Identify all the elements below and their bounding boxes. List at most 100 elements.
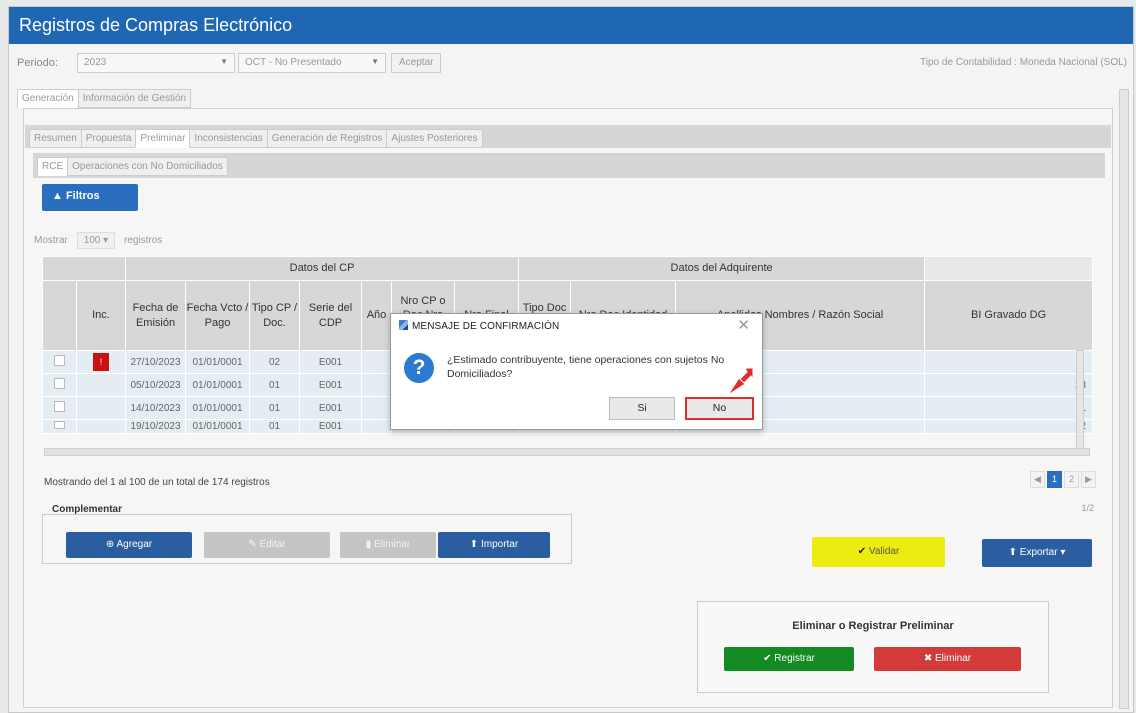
fecha-emision: 05/10/2023: [125, 373, 186, 397]
year-value: 2023: [84, 57, 107, 68]
row-checkbox[interactable]: [42, 373, 77, 397]
validate-label: Validar: [868, 546, 900, 557]
tab-propuesta[interactable]: Propuesta: [80, 129, 137, 148]
accept-button[interactable]: Aceptar: [391, 53, 442, 73]
month-value: OCT - No Presentado: [245, 57, 342, 68]
tab-generacion-registros[interactable]: Generación de Registros: [266, 129, 388, 148]
col-fecha-emision[interactable]: Fecha de Emisión: [125, 280, 186, 351]
tab-ajustes-posteriores[interactable]: Ajustes Posteriores: [386, 129, 483, 148]
add-button[interactable]: ⊕ Agregar: [66, 532, 192, 558]
pagination: ◀ 1 2 ▶: [1028, 471, 1096, 488]
serie-link[interactable]: E001: [299, 350, 362, 374]
dialog-title-bar: MENSAJE DE CONFIRMACIÓN: [399, 320, 559, 332]
bi-gravado: 12: [924, 419, 1094, 434]
pencil-icon: ✎: [248, 539, 257, 550]
anio: [361, 419, 392, 434]
import-label: Importar: [480, 539, 519, 550]
inc-cell: [76, 396, 126, 420]
plus-circle-icon: ⊕: [105, 539, 115, 550]
no-button[interactable]: No: [685, 397, 754, 420]
eliminate-button[interactable]: ✖ Eliminar: [874, 647, 1021, 671]
col-serie[interactable]: Serie del CDP: [299, 280, 362, 351]
tab-no-domiciliados[interactable]: Operaciones con No Domiciliados: [67, 157, 228, 176]
records-info: Mostrando del 1 al 100 de un total de 17…: [44, 477, 270, 488]
table-scrollbar[interactable]: [1076, 350, 1084, 450]
anio: [361, 373, 392, 397]
inconsistency-badge[interactable]: !: [93, 353, 109, 371]
sub-tabs: Resumen Propuesta Preliminar Inconsisten…: [29, 129, 483, 148]
prev-page-button[interactable]: ◀: [1030, 471, 1045, 488]
validate-button[interactable]: ✔ Validar: [812, 537, 945, 567]
row-checkbox[interactable]: [42, 419, 77, 434]
triangle-up-icon: ▲: [52, 190, 63, 202]
serie-link[interactable]: E001: [299, 419, 362, 434]
serie-link[interactable]: E001: [299, 373, 362, 397]
show-label: Mostrar: [34, 235, 68, 246]
month-select[interactable]: OCT - No Presentado ▼: [238, 53, 386, 73]
col-tipo-cp[interactable]: Tipo CP / Doc.: [249, 280, 300, 351]
add-label: Agregar: [116, 539, 153, 550]
app-title: Registros de Compras Electrónico: [9, 7, 1133, 44]
col-bi-gravado[interactable]: BI Gravado DG: [924, 280, 1094, 351]
tipo-cp: 01: [249, 396, 300, 420]
tab-preliminar[interactable]: Preliminar: [135, 129, 191, 148]
fecha-vcto: 01/01/0001: [185, 373, 250, 397]
tab-generacion[interactable]: Generación: [17, 89, 79, 108]
chevron-down-icon: ▼: [371, 57, 379, 66]
page-1-button[interactable]: 1: [1047, 471, 1062, 488]
year-select[interactable]: 2023 ▼: [77, 53, 235, 73]
page-scrollbar[interactable]: [1119, 89, 1129, 709]
col-anio[interactable]: Año: [361, 280, 392, 351]
accounting-type: Tipo de Contabilidad : Moneda Nacional (…: [920, 57, 1127, 68]
fecha-vcto: 01/01/0001: [185, 419, 250, 434]
fecha-vcto: 01/01/0001: [185, 396, 250, 420]
yes-button[interactable]: Si: [609, 397, 675, 420]
col-fecha-vcto[interactable]: Fecha Vcto / Pago: [185, 280, 250, 351]
import-button[interactable]: ⬆ Importar: [438, 532, 550, 558]
table-horizontal-scrollbar[interactable]: [44, 448, 1090, 456]
inc-cell: [76, 419, 126, 434]
page-size-select[interactable]: 100 ▾: [76, 232, 116, 249]
edit-button[interactable]: ✎ Editar: [204, 532, 330, 558]
upload-icon: ⬆: [469, 539, 479, 550]
tab-informacion-gestion[interactable]: Información de Gestión: [77, 89, 192, 108]
confirmation-dialog: MENSAJE DE CONFIRMACIÓN ✕ ? ¿Estimado co…: [390, 313, 763, 430]
eliminate-label: Eliminar: [935, 653, 972, 664]
export-button[interactable]: ⬆ Exportar ▾: [982, 539, 1092, 567]
filters-label: Filtros: [65, 190, 100, 202]
fecha-vcto: 01/01/0001: [185, 350, 250, 374]
filters-button[interactable]: ▲ Filtros: [42, 184, 138, 211]
group-header-cp: Datos del CP: [124, 256, 520, 281]
group-header-acquirer: Datos del Adquirente: [518, 256, 926, 281]
dialog-title: MENSAJE DE CONFIRMACIÓN: [412, 321, 560, 332]
page-2-button[interactable]: 2: [1064, 471, 1079, 488]
question-icon: ?: [404, 353, 434, 383]
main-tabs: Generación Información de Gestión: [17, 89, 192, 108]
close-icon[interactable]: ✕: [737, 316, 750, 334]
anio: [361, 350, 392, 374]
inc-cell: [76, 373, 126, 397]
period-bar: Periodo: 2023 ▼ OCT - No Presentado ▼ Ac…: [9, 51, 1133, 77]
tipo-cp: 01: [249, 419, 300, 434]
page-size-value: 100: [83, 235, 101, 246]
delete-label: Eliminar: [374, 539, 411, 550]
register-button[interactable]: ✔ Registrar: [724, 647, 854, 671]
serie-link[interactable]: E001: [299, 396, 362, 420]
next-page-button[interactable]: ▶: [1081, 471, 1096, 488]
col-inc[interactable]: Inc.: [76, 280, 126, 351]
check-icon: ✔: [857, 546, 867, 557]
row-checkbox[interactable]: [42, 396, 77, 420]
inc-cell[interactable]: !: [76, 350, 126, 374]
tab-resumen[interactable]: Resumen: [29, 129, 82, 148]
tipo-cp: 02: [249, 350, 300, 374]
page-counter: 1/2: [1081, 503, 1094, 513]
fecha-emision: 14/10/2023: [125, 396, 186, 420]
bi-gravado: 11: [924, 396, 1094, 420]
delete-button[interactable]: ▮ Eliminar: [340, 532, 436, 558]
tab-rce[interactable]: RCE: [37, 157, 69, 176]
fecha-emision: 27/10/2023: [125, 350, 186, 374]
tab-inconsistencias[interactable]: Inconsistencias: [189, 129, 268, 148]
complement-title: Complementar: [52, 504, 123, 515]
row-checkbox[interactable]: [42, 350, 77, 374]
col-select: [42, 280, 77, 351]
